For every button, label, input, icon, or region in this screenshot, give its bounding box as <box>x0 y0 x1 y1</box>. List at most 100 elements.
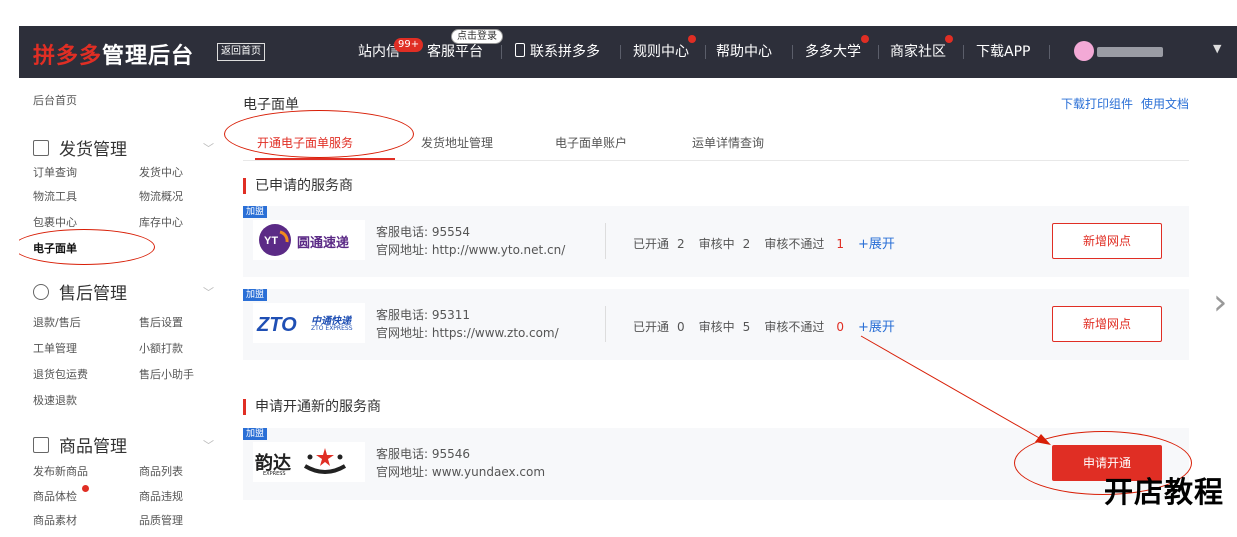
sidebar-item[interactable]: 物流概况 <box>139 188 183 204</box>
phone-label: 客服电话: <box>376 447 429 461</box>
sidebar-item[interactable]: 售后设置 <box>139 314 183 330</box>
page-title: 电子面单 <box>243 97 299 113</box>
back-home-button[interactable]: 返回首页 <box>217 43 265 61</box>
nav-contact[interactable]: 联系拼多多 <box>515 43 600 61</box>
site-label: 官网地址: <box>376 326 429 340</box>
yto-logo: YT 圆通速递 <box>253 220 365 260</box>
join-tag: 加盟 <box>243 289 268 301</box>
main-content: 电子面单 下载打印组件 使用文档 开通电子面单服务 发货地址管理 电子面单账户 运… <box>225 78 1237 537</box>
reviewing-label: 审核中 <box>698 320 735 334</box>
sidebar-item[interactable]: 物流工具 <box>33 188 77 204</box>
provider-card-yunda: 加盟 韵达 EXPRESS 客服电话: 95546 官网地址: www.yund… <box>243 428 1189 500</box>
sidebar-group-title: 发货管理 <box>59 140 127 160</box>
opened-count: 2 <box>677 237 685 251</box>
sidebar-item[interactable]: 工单管理 <box>33 340 77 356</box>
avatar[interactable] <box>1074 41 1094 61</box>
chevron-down-icon[interactable]: ﹀ <box>203 284 214 300</box>
sidebar-item[interactable]: 售后小助手 <box>139 366 194 382</box>
nav-rules[interactable]: 规则中心 <box>633 43 689 61</box>
tab-address[interactable]: 发货地址管理 <box>421 134 493 151</box>
docs-link[interactable]: 使用文档 <box>1141 97 1189 111</box>
sidebar-item[interactable]: 退款/售后 <box>33 314 81 330</box>
provider-site: 官网地址: https://www.zto.com/ <box>376 325 559 342</box>
zto-logo: ZTO 中通快递 ZTO EXPRESS <box>253 303 365 343</box>
sidebar-item[interactable]: 发布新商品 <box>33 463 88 479</box>
reviewing-count: 2 <box>742 237 751 251</box>
rejected-count: 1 <box>836 237 844 251</box>
sidebar-home[interactable]: 后台首页 <box>33 92 77 108</box>
site-value: http://www.yto.net.cn/ <box>431 243 566 257</box>
provider-stats: 已开通 2 审核中 2 审核不通过 1 +展开 <box>633 233 895 252</box>
box-icon <box>33 437 49 453</box>
nav-service-platform[interactable]: 客服平台 <box>427 43 483 61</box>
sidebar-item[interactable]: 库存中心 <box>139 214 183 230</box>
sidebar-group-aftersale[interactable]: 售后管理 <box>33 279 127 304</box>
rejected-label: 审核不通过 <box>764 237 825 251</box>
provider-card-yto: 加盟 YT 圆通速递 客服电话: 95554 官网地址: http://www.… <box>243 206 1189 277</box>
reviewing-label: 审核中 <box>698 237 735 251</box>
caret-down-icon[interactable]: ▼ <box>1213 42 1221 55</box>
sidebar-item[interactable]: 发货中心 <box>139 164 183 180</box>
rejected-label: 审核不通过 <box>764 320 825 334</box>
site-label: 官网地址: <box>376 465 429 479</box>
join-tag: 加盟 <box>243 206 268 218</box>
sidebar-group-shipping[interactable]: 发货管理 <box>33 135 127 160</box>
site-value: www.yundaex.com <box>431 465 546 479</box>
logo[interactable]: 拼多多管理后台 <box>33 38 194 70</box>
sidebar-item[interactable]: 退货包运费 <box>33 366 88 382</box>
provider-phone: 客服电话: 95546 <box>376 446 470 463</box>
login-bubble[interactable]: 点击登录 <box>451 29 503 44</box>
svg-text:YT: YT <box>264 235 278 247</box>
watermark-text: 开店教程 <box>1104 475 1225 509</box>
sidebar-item[interactable]: 极速退款 <box>33 392 77 408</box>
nav-download-app[interactable]: 下载APP <box>976 43 1030 61</box>
sidebar-item[interactable]: 商品列表 <box>139 463 183 479</box>
provider-card-zto: 加盟 ZTO 中通快递 ZTO EXPRESS 客服电话: 95311 官网地址… <box>243 289 1189 360</box>
phone-value: 95311 <box>431 308 471 322</box>
shield-check-icon <box>33 284 49 300</box>
tab-waybill[interactable]: 运单详情查询 <box>692 134 764 151</box>
sidebar-item[interactable]: 品质管理 <box>139 512 183 528</box>
site-value: https://www.zto.com/ <box>431 326 559 340</box>
sidebar-item[interactable]: 订单查询 <box>33 164 77 180</box>
opened-label: 已开通 <box>633 237 670 251</box>
sidebar-group-products[interactable]: 商品管理 <box>33 432 127 457</box>
download-print-plugin-link[interactable]: 下载打印组件 <box>1061 97 1133 111</box>
sidebar-item[interactable]: 商品体检 <box>33 488 77 504</box>
join-tag: 加盟 <box>243 428 268 440</box>
chevron-right-icon[interactable]: › <box>1213 282 1227 323</box>
active-tab-indicator <box>255 158 395 160</box>
yto-logo-text: 圆通速递 <box>297 236 350 251</box>
add-outlet-button[interactable]: 新增网点 <box>1052 223 1162 259</box>
sidebar-item[interactable]: 小额打款 <box>139 340 183 356</box>
nav-community[interactable]: 商家社区 <box>890 43 946 61</box>
tab-open-service[interactable]: 开通电子面单服务 <box>257 134 353 151</box>
provider-phone: 客服电话: 95554 <box>376 224 470 241</box>
phone-label: 客服电话: <box>376 225 429 239</box>
expand-link[interactable]: +展开 <box>858 237 895 252</box>
yunda-logo: 韵达 EXPRESS <box>253 442 365 482</box>
nav-help[interactable]: 帮助中心 <box>716 43 772 61</box>
chevron-down-icon[interactable]: ﹀ <box>203 140 214 156</box>
inbox-badge: 99+ <box>394 38 424 52</box>
expand-link[interactable]: +展开 <box>858 320 895 335</box>
sidebar-item-eface-sheet[interactable]: 电子面单 <box>33 240 77 256</box>
sidebar-group-title: 售后管理 <box>59 284 127 304</box>
chevron-down-icon[interactable]: ﹀ <box>203 437 214 453</box>
rules-dot <box>688 35 696 43</box>
sidebar-item[interactable]: 包裹中心 <box>33 214 77 230</box>
add-outlet-button[interactable]: 新增网点 <box>1052 306 1162 342</box>
list-icon <box>33 140 49 156</box>
app-window: 拼多多管理后台 返回首页 站内信 99+ 客服平台 点击登录 联系拼多多 规则中… <box>19 26 1237 537</box>
sidebar-item[interactable]: 商品素材 <box>33 512 77 528</box>
community-dot <box>945 35 953 43</box>
opened-count: 0 <box>677 320 685 334</box>
nav-divider <box>705 45 706 59</box>
nav-university[interactable]: 多多大学 <box>805 43 861 61</box>
phone-value: 95554 <box>431 225 471 239</box>
university-dot <box>861 35 869 43</box>
sidebar-item[interactable]: 商品违规 <box>139 488 183 504</box>
provider-phone: 客服电话: 95311 <box>376 307 470 324</box>
top-bar: 拼多多管理后台 返回首页 站内信 99+ 客服平台 点击登录 联系拼多多 规则中… <box>19 26 1237 78</box>
tab-account[interactable]: 电子面单账户 <box>555 134 627 151</box>
